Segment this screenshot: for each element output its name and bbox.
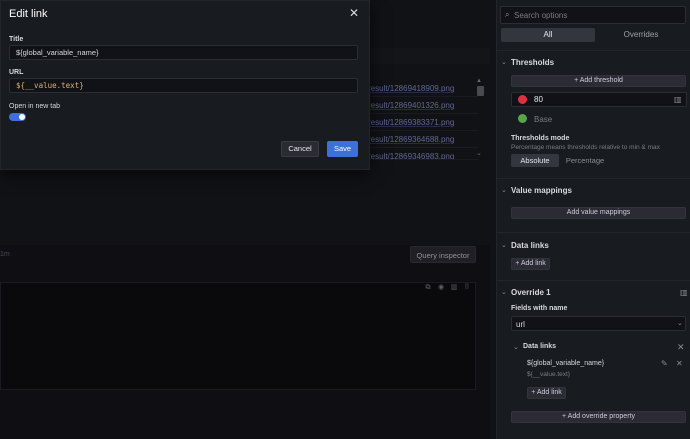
mode-percentage-button[interactable]: Percentage xyxy=(560,154,610,167)
chevron-down-icon[interactable]: ⌄ xyxy=(677,319,683,327)
chevron-down-icon[interactable]: ⌄ xyxy=(513,343,519,351)
mode-absolute-button[interactable]: Absolute xyxy=(511,154,559,167)
title-input[interactable]: ${global_variable_name} xyxy=(9,45,358,60)
url-input[interactable]: ${__value.text} xyxy=(9,78,358,93)
save-button[interactable]: Save xyxy=(327,141,358,157)
close-icon[interactable]: ✕ xyxy=(349,6,359,20)
override-data-links-title[interactable]: Data links xyxy=(523,343,556,350)
add-threshold-button[interactable]: + Add threshold xyxy=(511,75,686,87)
close-icon[interactable]: ✕ xyxy=(676,359,683,368)
title-label: Title xyxy=(9,36,24,43)
threshold-color-swatch[interactable] xyxy=(518,114,527,123)
thresholds-mode-hint: Percentage means thresholds relative to … xyxy=(511,144,660,151)
section-title-data-links[interactable]: Data links xyxy=(511,241,549,250)
link-title: ${global_variable_name} xyxy=(527,360,605,367)
section-title-value-mappings[interactable]: Value mappings xyxy=(511,186,572,195)
field-name-value: url xyxy=(516,320,525,329)
modal-title: Edit link xyxy=(9,8,48,20)
search-placeholder: Search options xyxy=(514,11,568,20)
add-value-mappings-button[interactable]: Add value mappings xyxy=(511,207,686,219)
add-link-button[interactable]: + Add link xyxy=(511,258,550,270)
chevron-down-icon[interactable]: ⌄ xyxy=(501,241,507,249)
add-override-property-button[interactable]: + Add override property xyxy=(511,411,686,423)
edit-icon[interactable]: ✎ xyxy=(661,359,668,368)
link-url: ${__value.text} xyxy=(527,371,571,378)
url-label: URL xyxy=(9,69,24,76)
fields-with-name-label: Fields with name xyxy=(511,305,568,312)
section-title-override[interactable]: Override 1 xyxy=(511,288,551,297)
divider xyxy=(497,232,690,233)
field-name-select[interactable] xyxy=(511,316,686,331)
threshold-value[interactable]: 80 xyxy=(534,95,543,104)
app-root: result/12869418909.png result/1286940132… xyxy=(0,0,690,439)
divider xyxy=(497,178,690,179)
tab-overrides[interactable]: Overrides xyxy=(597,28,685,42)
cancel-button[interactable]: Cancel xyxy=(281,141,319,157)
toggle-knob xyxy=(19,114,25,120)
override-add-link-button[interactable]: + Add link xyxy=(527,387,566,399)
chevron-down-icon[interactable]: ⌄ xyxy=(501,288,507,296)
threshold-base-label: Base xyxy=(534,115,553,124)
search-icon: ⌕ xyxy=(505,10,510,19)
close-icon[interactable]: ✕ xyxy=(677,342,685,353)
divider xyxy=(497,280,690,281)
chevron-down-icon[interactable]: ⌄ xyxy=(501,58,507,66)
trash-icon[interactable]: ▥ xyxy=(674,95,682,104)
tab-all[interactable]: All xyxy=(501,28,595,42)
new-tab-label: Open in new tab xyxy=(9,103,60,110)
trash-icon[interactable]: ▥ xyxy=(680,288,688,297)
section-title-thresholds[interactable]: Thresholds xyxy=(511,58,554,67)
thresholds-mode-label: Thresholds mode xyxy=(511,135,570,142)
threshold-color-swatch[interactable] xyxy=(518,95,527,104)
divider xyxy=(497,50,690,51)
chevron-down-icon[interactable]: ⌄ xyxy=(501,186,507,194)
